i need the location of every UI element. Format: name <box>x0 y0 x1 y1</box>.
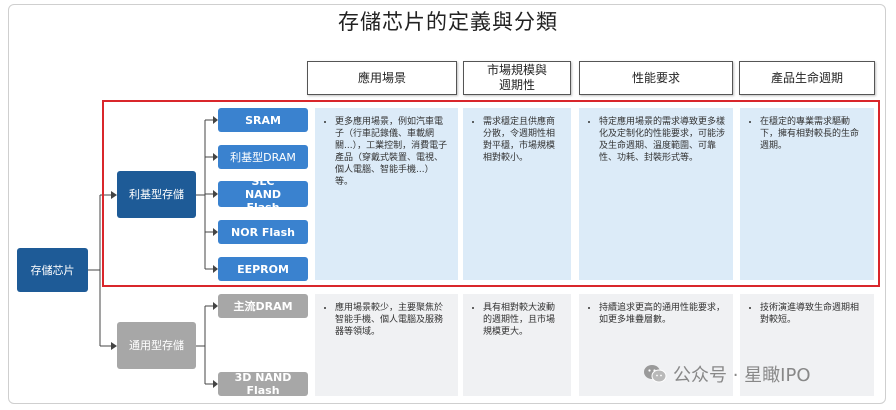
item-slc-nand: SLC NAND Flash <box>218 175 308 214</box>
item-eeprom: EEPROM <box>218 257 308 281</box>
cell-niche-application: 更多應用場景，例如汽車電子（行車記錄儀、車載網關...），工業控制，消費電子產品… <box>315 108 458 280</box>
item-niche-dram: 利基型DRAM <box>218 145 308 169</box>
cell-text: 持續追求更高的通用性能要求，如更多堆疊層數。 <box>599 302 725 326</box>
cell-general-application: 應用場景較少，主要聚焦於智能手機、個人電腦及服務器等領域。 <box>315 294 458 396</box>
cell-niche-performance: 特定應用場景的需求導致更多樣化及定制化的性能要求，可能涉及生命週期、溫度範圍、可… <box>579 108 733 280</box>
item-sram: SRAM <box>218 108 308 132</box>
watermark: 公众号 · 星瞰IPO <box>643 359 811 389</box>
cell-text: 更多應用場景，例如汽車電子（行車記錄儀、車載網關...），工業控制，消費電子產品… <box>335 116 450 188</box>
item-3d-nand: 3D NAND Flash <box>218 371 308 397</box>
cell-text: 應用場景較少，主要聚焦於智能手機、個人電腦及服務器等領域。 <box>335 302 450 338</box>
cell-text: 技術演進導致生命週期相對較短。 <box>760 302 866 326</box>
cell-text: 在穩定的專業需求驅動下，擁有相對較長的生命週期。 <box>760 116 866 152</box>
cell-niche-lifecycle: 在穩定的專業需求驅動下，擁有相對較長的生命週期。 <box>740 108 874 280</box>
cell-text: 具有相對較大波動的週期性，且市場規模更大。 <box>483 302 563 338</box>
group-general: 通用型存儲 <box>117 322 196 369</box>
cell-niche-market: 需求穩定且供應商分散，令週期性相對平穩，市場規模相對較小。 <box>463 108 571 280</box>
item-nor-flash: NOR Flash <box>218 220 308 244</box>
watermark-text: 公众号 · 星瞰IPO <box>673 365 811 386</box>
item-mainstream-dram: 主流DRAM <box>218 294 308 318</box>
wechat-icon <box>644 365 667 383</box>
cell-general-market: 具有相對較大波動的週期性，且市場規模更大。 <box>463 294 571 396</box>
root-node: 存儲芯片 <box>17 248 88 292</box>
cell-text: 特定應用場景的需求導致更多樣化及定制化的性能要求，可能涉及生命週期、溫度範圍、可… <box>599 116 725 164</box>
group-niche: 利基型存儲 <box>117 171 196 218</box>
cell-text: 需求穩定且供應商分散，令週期性相對平穩，市場規模相對較小。 <box>483 116 563 164</box>
